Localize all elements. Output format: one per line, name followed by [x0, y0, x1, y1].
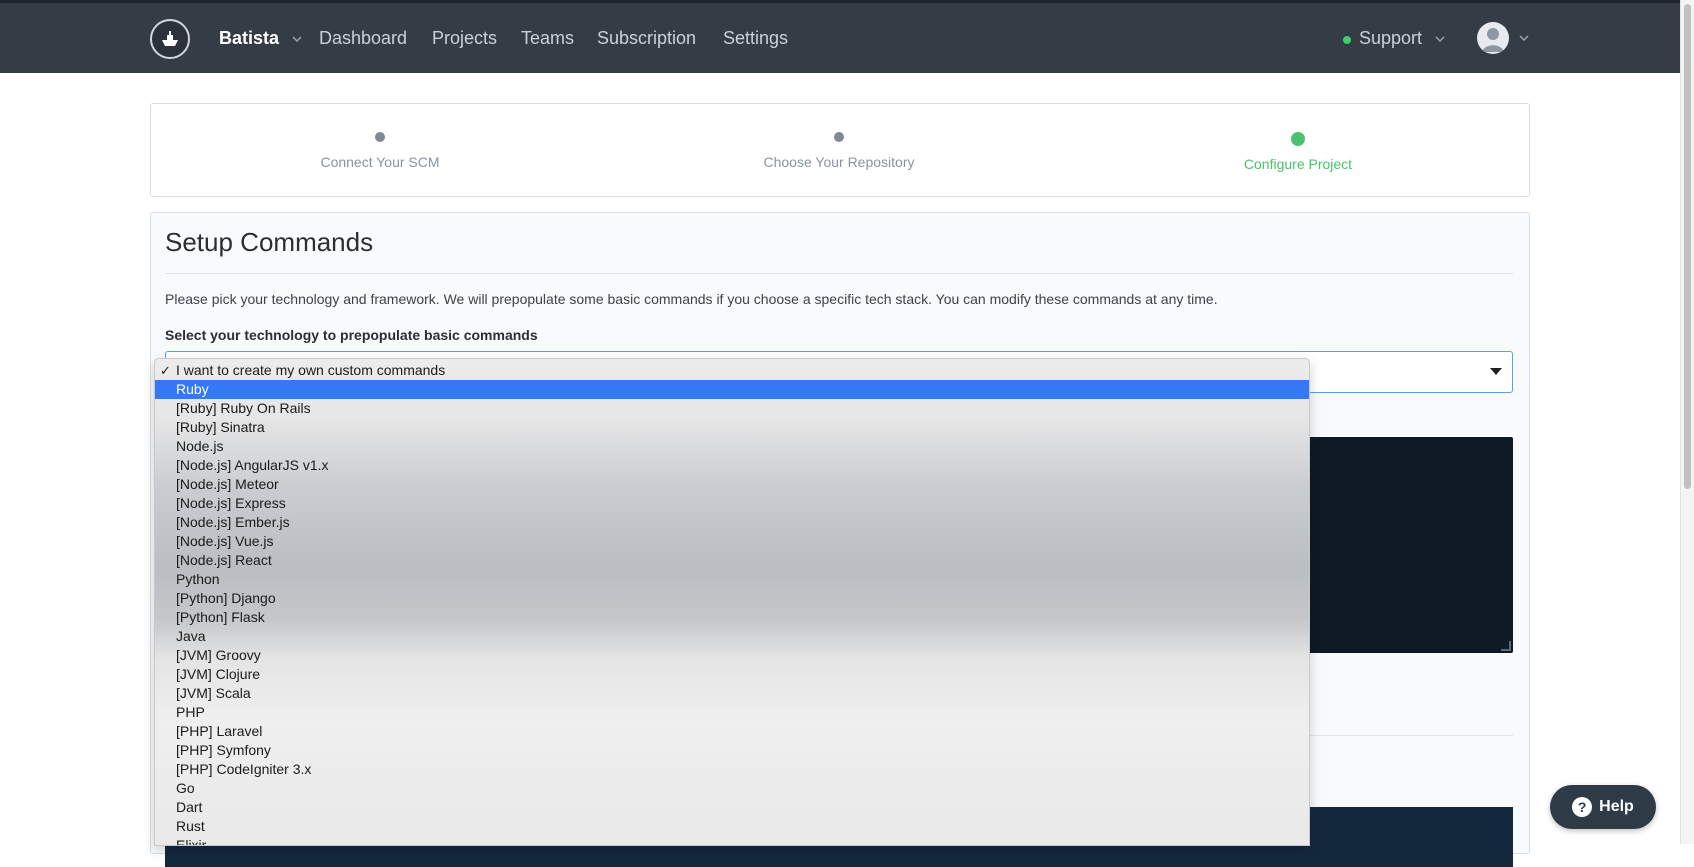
step-label: Choose Your Repository [763, 154, 915, 170]
help-button[interactable]: ? Help [1550, 785, 1656, 829]
help-label: Help [1599, 798, 1634, 815]
scrollbar-thumb[interactable] [1684, 4, 1691, 489]
nav-settings[interactable]: Settings [723, 27, 788, 49]
technology-dropdown-menu: I want to create my own custom commandsR… [154, 358, 1310, 846]
divider [165, 273, 1513, 274]
dropdown-option[interactable]: [PHP] Laravel [155, 722, 1309, 741]
dropdown-option[interactable]: [JVM] Groovy [155, 646, 1309, 665]
wizard-steps: Connect Your SCM Choose Your Repository … [150, 103, 1530, 197]
support-label: Support [1359, 28, 1423, 48]
org-switcher[interactable]: Batista [219, 27, 302, 49]
dropdown-option[interactable]: [Node.js] AngularJS v1.x [155, 456, 1309, 475]
nav-teams[interactable]: Teams [521, 27, 574, 49]
codeship-logo-icon[interactable] [150, 19, 190, 59]
section-description: Please pick your technology and framewor… [165, 291, 1218, 307]
dropdown-option[interactable]: [Node.js] React [155, 551, 1309, 570]
step-choose-repository: Choose Your Repository [719, 132, 959, 170]
dropdown-option[interactable]: [PHP] CodeIgniter 3.x [155, 760, 1309, 779]
step-dot-icon [1291, 132, 1305, 146]
dropdown-option[interactable]: [Node.js] Express [155, 494, 1309, 513]
nav-dashboard[interactable]: Dashboard [319, 27, 407, 49]
dropdown-option[interactable]: Rust [155, 817, 1309, 836]
chevron-down-icon [1435, 36, 1445, 43]
dropdown-option[interactable]: [JVM] Clojure [155, 665, 1309, 684]
user-avatar[interactable] [1477, 22, 1509, 54]
step-connect-scm: Connect Your SCM [260, 132, 500, 170]
dropdown-option[interactable]: [Python] Flask [155, 608, 1309, 627]
dropdown-option[interactable]: Java [155, 627, 1309, 646]
nav-projects[interactable]: Projects [432, 27, 497, 49]
chevron-down-icon [292, 36, 302, 43]
dropdown-option-list: I want to create my own custom commandsR… [155, 361, 1309, 845]
user-icon [1482, 28, 1504, 52]
nav-subscription[interactable]: Subscription [597, 27, 696, 49]
step-label: Configure Project [1243, 156, 1353, 172]
step-dot-icon [834, 132, 844, 142]
step-label: Connect Your SCM [320, 154, 440, 170]
dropdown-option[interactable]: [Node.js] Meteor [155, 475, 1309, 494]
step-configure-project: Configure Project [1178, 132, 1418, 172]
dropdown-option[interactable]: Dart [155, 798, 1309, 817]
dropdown-option[interactable]: Go [155, 779, 1309, 798]
dropdown-option[interactable]: PHP [155, 703, 1309, 722]
technology-select-label: Select your technology to prepopulate ba… [165, 327, 538, 343]
section-title: Setup Commands [165, 227, 374, 257]
chevron-down-icon[interactable] [1519, 35, 1529, 41]
dropdown-option[interactable]: [PHP] Symfony [155, 741, 1309, 760]
dropdown-option[interactable]: Ruby [155, 380, 1309, 399]
dropdown-option[interactable]: I want to create my own custom commands [155, 361, 1309, 380]
dropdown-option[interactable]: [Ruby] Ruby On Rails [155, 399, 1309, 418]
dropdown-option[interactable]: Elixir [155, 836, 1309, 845]
status-dot-icon [1343, 36, 1351, 44]
page: Batista Dashboard Projects Teams Subscri… [0, 0, 1694, 867]
resize-handle-icon[interactable] [1501, 641, 1511, 651]
dropdown-option[interactable]: [Ruby] Sinatra [155, 418, 1309, 437]
dropdown-option[interactable]: [Python] Django [155, 589, 1309, 608]
org-name: Batista [219, 28, 280, 48]
support-menu[interactable]: Support [1359, 27, 1445, 49]
step-dot-icon [375, 132, 385, 142]
dropdown-arrow-icon [1490, 368, 1502, 375]
dropdown-option[interactable]: [JVM] Scala [155, 684, 1309, 703]
question-icon: ? [1572, 797, 1593, 817]
dropdown-option[interactable]: Node.js [155, 437, 1309, 456]
dropdown-option[interactable]: Python [155, 570, 1309, 589]
dropdown-option[interactable]: [Node.js] Vue.js [155, 532, 1309, 551]
dropdown-option[interactable]: [Node.js] Ember.js [155, 513, 1309, 532]
top-navbar: Batista Dashboard Projects Teams Subscri… [0, 3, 1680, 73]
